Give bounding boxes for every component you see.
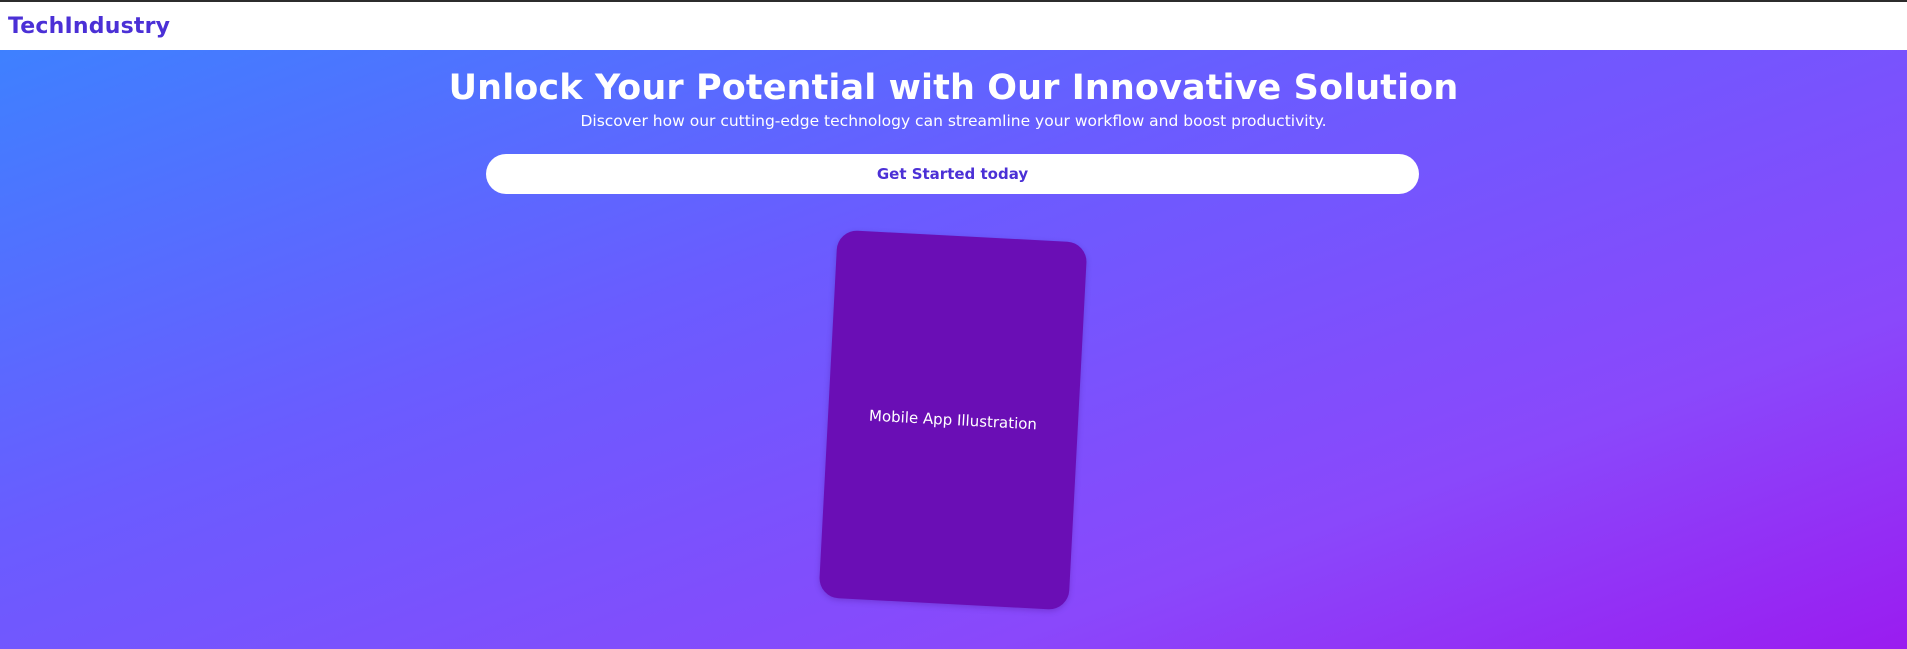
page: TechIndustry Unlock Your Potential with … [0, 0, 1907, 649]
logo[interactable]: TechIndustry [8, 14, 170, 39]
mobile-app-illustration: Mobile App Illustration [818, 229, 1088, 611]
illustration-label: Mobile App Illustration [868, 406, 1038, 434]
hero-title: Unlock Your Potential with Our Innovativ… [448, 68, 1459, 108]
navbar: TechIndustry [0, 2, 1907, 50]
get-started-button[interactable]: Get Started today [486, 154, 1419, 194]
hero-subtitle: Discover how our cutting-edge technology… [580, 112, 1327, 130]
